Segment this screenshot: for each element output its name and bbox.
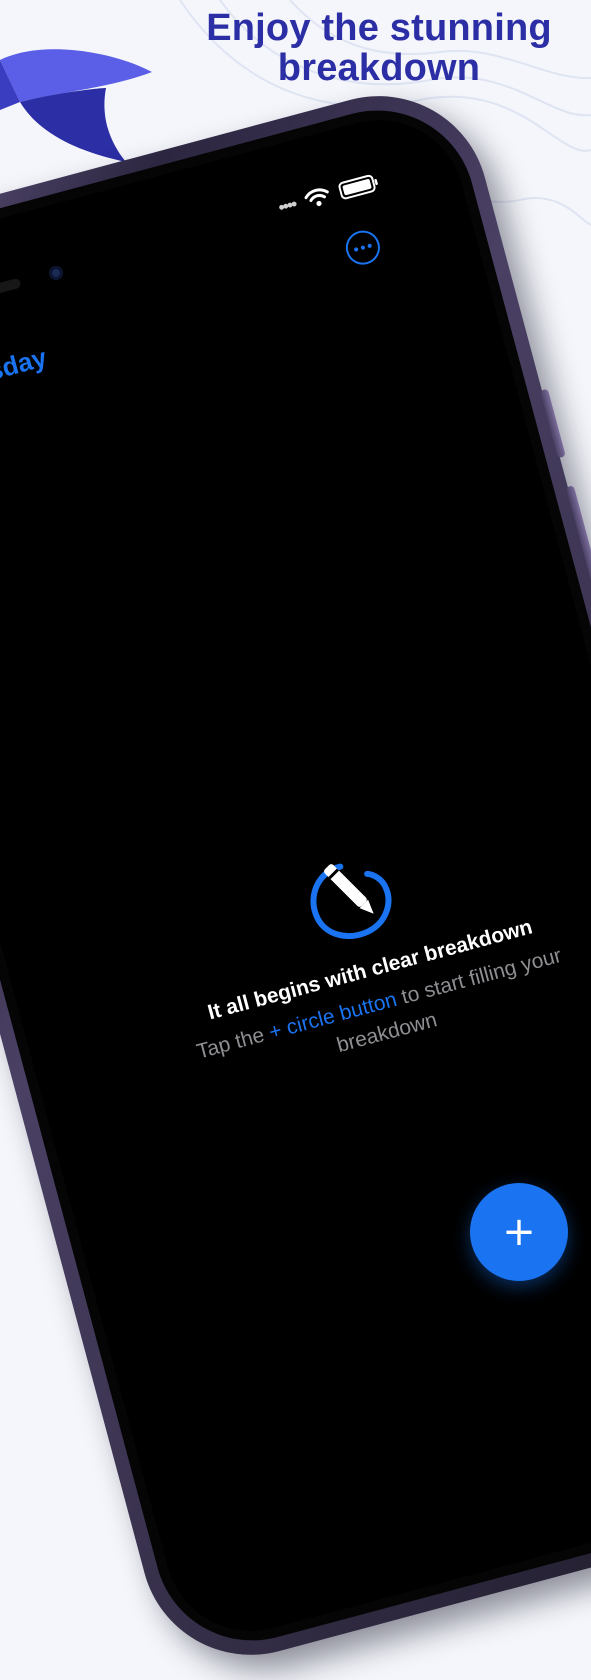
nav-title: ible Tuesday: [0, 341, 50, 411]
headline-line-1: Enjoy the stunning: [206, 7, 552, 49]
ellipsis-dot: [360, 245, 366, 251]
wifi-icon: [304, 188, 329, 207]
empty-state: It all begins with clear breakdown Tap t…: [136, 798, 591, 1102]
pencil-circle-icon: [310, 863, 392, 940]
subtitle-prefix: Tap the: [194, 1021, 273, 1064]
ellipsis-dot: [367, 243, 373, 249]
signal-dots: ••••: [275, 193, 298, 218]
app-logo: [0, 49, 152, 162]
plus-icon: +: [502, 1209, 536, 1255]
ellipsis-dot: [353, 247, 359, 252]
battery-icon: [338, 174, 378, 200]
phone-mockup: •••• ible Tuesday: [0, 71, 591, 1680]
status-bar: ••••: [275, 170, 381, 220]
promo-headline: Enjoy the stunning breakdown: [179, 8, 579, 88]
headline-line-2: breakdown: [277, 47, 481, 89]
front-camera: [47, 264, 65, 282]
speaker-grille: [0, 277, 22, 316]
add-button[interactable]: +: [470, 1183, 568, 1281]
more-options-button[interactable]: [342, 226, 384, 269]
